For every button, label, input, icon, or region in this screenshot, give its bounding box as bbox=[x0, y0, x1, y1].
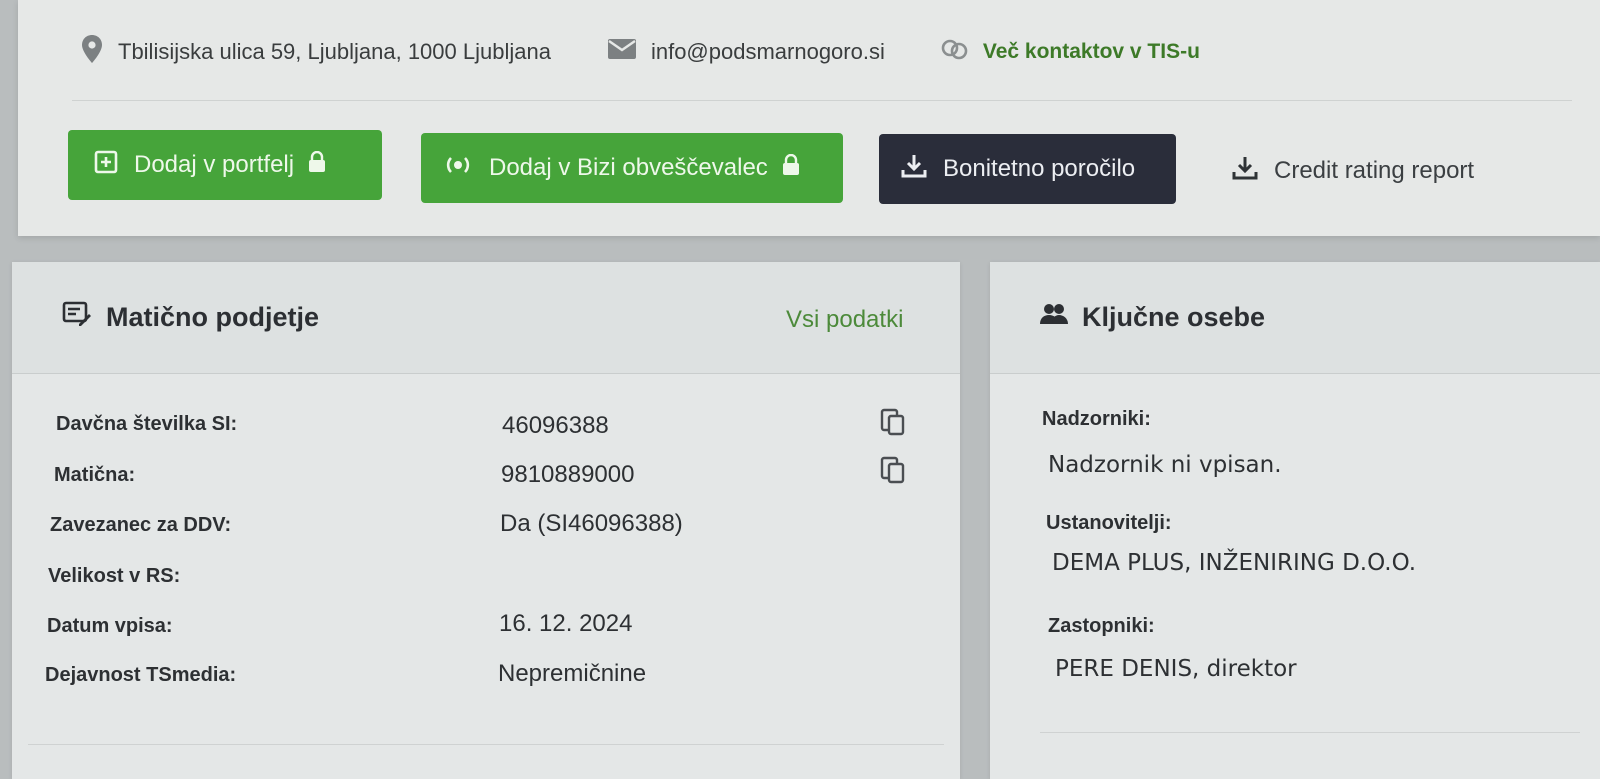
supervisors-label: Nadzorniki: bbox=[1042, 408, 1151, 430]
contact-divider bbox=[72, 100, 1572, 101]
activity-label: Dejavnost TSmedia: bbox=[45, 664, 237, 686]
vat-payer-value: Da (SI46096388) bbox=[500, 510, 683, 537]
add-to-bizi-button[interactable]: Dodaj v Bizi obveščevalec bbox=[421, 133, 843, 203]
location-pin-icon bbox=[80, 34, 118, 70]
add-square-icon bbox=[94, 150, 134, 181]
registration-date-value: 16. 12. 2024 bbox=[499, 610, 633, 637]
credit-rating-report-label: Credit rating report bbox=[1274, 157, 1475, 184]
broadcast-icon bbox=[443, 154, 489, 183]
more-contacts-item[interactable]: Več kontaktov v TIS-u bbox=[941, 38, 1200, 66]
contact-row: Tbilisijska ulica 59, Ljubljana, 1000 Lj… bbox=[80, 30, 1256, 74]
key-people-title-text: Ključne osebe bbox=[1082, 302, 1266, 332]
add-to-portfolio-label: Dodaj v portfelj bbox=[134, 151, 295, 178]
company-card-divider bbox=[28, 744, 944, 745]
vat-payer-label: Zavezanec za DDV: bbox=[50, 514, 232, 536]
add-to-bizi-label: Dodaj v Bizi obveščevalec bbox=[489, 154, 768, 181]
copy-icon[interactable] bbox=[880, 408, 906, 441]
add-to-portfolio-button[interactable]: Dodaj v portfelj bbox=[68, 130, 382, 200]
credit-report-label: Bonitetno poročilo bbox=[943, 155, 1136, 182]
founders-label: Ustanovitelji: bbox=[1046, 512, 1172, 534]
key-people-divider bbox=[1040, 732, 1580, 733]
tax-number-value: 46096388 bbox=[502, 412, 609, 439]
download-icon bbox=[1232, 155, 1274, 188]
credit-rating-report-button[interactable]: Credit rating report bbox=[1230, 136, 1520, 206]
envelope-icon bbox=[607, 38, 651, 66]
all-data-link[interactable]: Vsi podatki bbox=[786, 306, 903, 334]
company-card-title: Matično podjetje bbox=[62, 300, 319, 335]
address-text: Tbilisijska ulica 59, Ljubljana, 1000 Lj… bbox=[118, 39, 551, 64]
email-link[interactable]: info@podsmarnogoro.si bbox=[651, 39, 885, 65]
users-icon bbox=[1040, 302, 1082, 333]
supervisors-value: Nadzornik ni vpisan. bbox=[1048, 452, 1282, 478]
company-title-text: Matično podjetje bbox=[106, 302, 320, 332]
address-item: Tbilisijska ulica 59, Ljubljana, 1000 Lj… bbox=[80, 34, 551, 70]
lock-icon bbox=[782, 153, 816, 183]
representatives-value[interactable]: PERE DENIS, direktor bbox=[1055, 656, 1297, 682]
activity-value: Nepremičnine bbox=[498, 660, 647, 687]
key-people-title: Ključne osebe bbox=[1040, 302, 1265, 333]
registration-number-label: Matična: bbox=[54, 464, 136, 486]
registration-date-label: Datum vpisa: bbox=[47, 615, 173, 637]
lock-icon bbox=[308, 150, 342, 180]
founders-value[interactable]: DEMA PLUS, INŽENIRING D.O.O. bbox=[1052, 550, 1416, 576]
edit-document-icon bbox=[62, 300, 106, 335]
size-label: Velikost v RS: bbox=[48, 565, 181, 587]
more-contacts-link[interactable]: Več kontaktov v TIS-u bbox=[983, 40, 1200, 64]
registration-number-value: 9810889000 bbox=[501, 461, 635, 488]
download-icon bbox=[901, 153, 943, 186]
representatives-label: Zastopniki: bbox=[1048, 615, 1155, 637]
credit-report-button[interactable]: Bonitetno poročilo bbox=[879, 134, 1176, 204]
link-icon bbox=[941, 38, 983, 66]
email-item[interactable]: info@podsmarnogoro.si bbox=[607, 38, 885, 66]
tax-number-label: Davčna številka SI: bbox=[56, 413, 238, 435]
copy-icon[interactable] bbox=[880, 456, 906, 489]
